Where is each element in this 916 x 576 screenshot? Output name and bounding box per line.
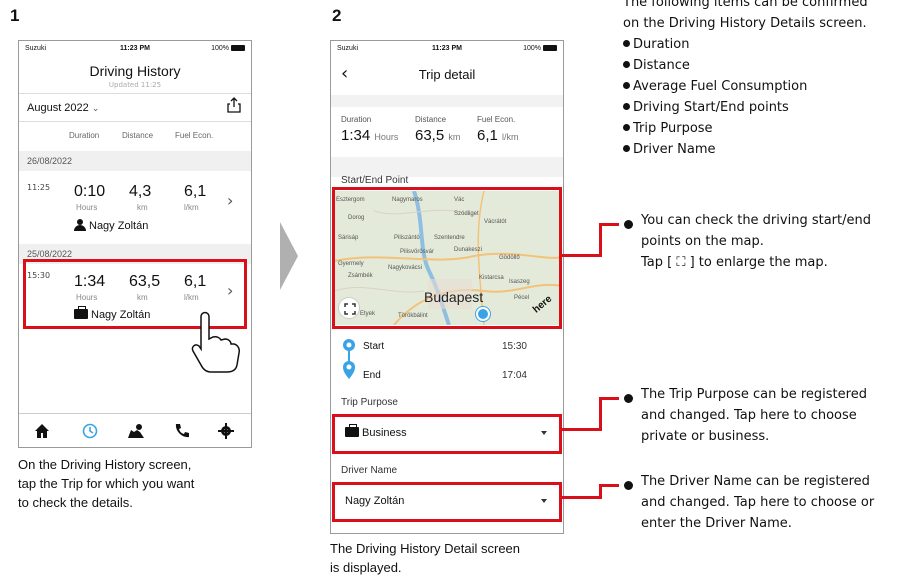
distance-label: Distance [415,115,447,124]
step2-caption: The Driving History Detail screen is dis… [330,541,521,575]
start-end-label: Start/End Point [341,175,409,186]
callout-purpose: The Trip Purpose can be registered and c… [641,387,867,444]
fuel-value: 6,1 [477,127,498,144]
info-intro: The following items can be confirmed [623,0,868,10]
step-number-2: 2 [332,6,342,25]
highlight-box-map [332,187,562,329]
history-icon[interactable] [81,422,99,440]
nav-bar: ‹ Trip detail [331,57,563,95]
fuel-label: Fuel Econ. [477,115,516,124]
phone-trip-detail: Suzuki 11:23 PM 100% ‹ Trip detail Durat… [330,40,564,534]
phone-driving-history: Suzuki 11:23 PM 100% Driving History Upd… [18,40,252,448]
info-item: Average Fuel Consumption [633,79,808,94]
chevron-right-icon: › [227,191,234,210]
home-icon[interactable] [33,422,51,440]
callout-dot [624,481,633,490]
duration-unit: Hours [76,203,98,212]
start-time: 15:30 [501,341,527,352]
status-bar: Suzuki 11:23 PM 100% [19,41,251,57]
page-title: Driving History [89,63,181,79]
start-label: Start [363,341,385,352]
highlight-box-purpose [332,414,562,454]
col-distance: Distance [122,131,154,140]
battery-icon [543,45,557,51]
highlight-box-driver [332,482,562,522]
updated-label: Updated 11:25 [108,81,162,89]
step1-caption: On the Driving History screen, tap the T… [18,457,195,510]
info-item: Trip Purpose [633,121,713,136]
info-item: Duration [633,37,690,52]
trip-time: 11:25 [27,183,51,192]
info-item: Driving Start/End points [633,100,789,115]
gear-icon[interactable] [217,422,235,440]
driver-name-label: Driver Name [341,465,398,476]
distance-unit: km [448,132,461,142]
trip-purpose-label: Trip Purpose [341,397,398,408]
fuel-unit: l/km [184,203,199,212]
trip-driver: Nagy Zoltán [89,220,149,232]
duration-value: 1:34 [341,127,371,144]
tap-hand-icon [191,311,240,373]
next-step-arrow [280,222,298,290]
info-list: The following items can be confirmed on … [623,0,868,160]
tab-bar [19,413,251,447]
callout-dot [624,394,633,403]
info-item: Driver Name [633,142,716,157]
phone-icon[interactable] [173,422,191,440]
route-icon [343,339,355,379]
callout-map: You can check the driving start/end poin… [641,213,871,270]
duration-unit: Hours [374,132,399,142]
trip-distance: 4,3 [129,183,152,200]
info-item: Distance [633,58,690,73]
battery-icon [231,45,245,51]
info-intro: on the Driving History Details screen. [623,16,867,31]
month-label: August 2022 [27,102,89,114]
duration-label: Duration [341,115,372,124]
callout-dot [624,220,633,229]
status-bar: Suzuki 11:23 PM 100% [331,41,563,57]
step-number-1: 1 [10,6,20,25]
end-time: 17:04 [501,370,527,381]
fuel-unit: l/km [502,132,519,142]
distance-unit: km [137,203,148,212]
col-duration: Duration [69,131,100,140]
month-selector[interactable]: August 2022 ⌄ [27,102,99,114]
col-fuel: Fuel Econ. [175,131,214,140]
share-icon[interactable] [227,97,241,113]
trip-fuel: 6,1 [184,183,207,200]
end-label: End [363,370,381,381]
battery-label: 100% [211,45,229,52]
callout-driver: The Driver Name can be registered and ch… [641,474,875,531]
page-title: Trip detail [418,67,476,82]
map-icon[interactable] [127,422,145,440]
distance-value: 63,5 [415,127,445,144]
chevron-down-icon: ⌄ [91,103,100,113]
battery-label: 100% [523,45,541,52]
person-icon [74,219,86,231]
trip-duration: 0:10 [74,183,106,200]
date-header: 26/08/2022 [19,151,251,171]
